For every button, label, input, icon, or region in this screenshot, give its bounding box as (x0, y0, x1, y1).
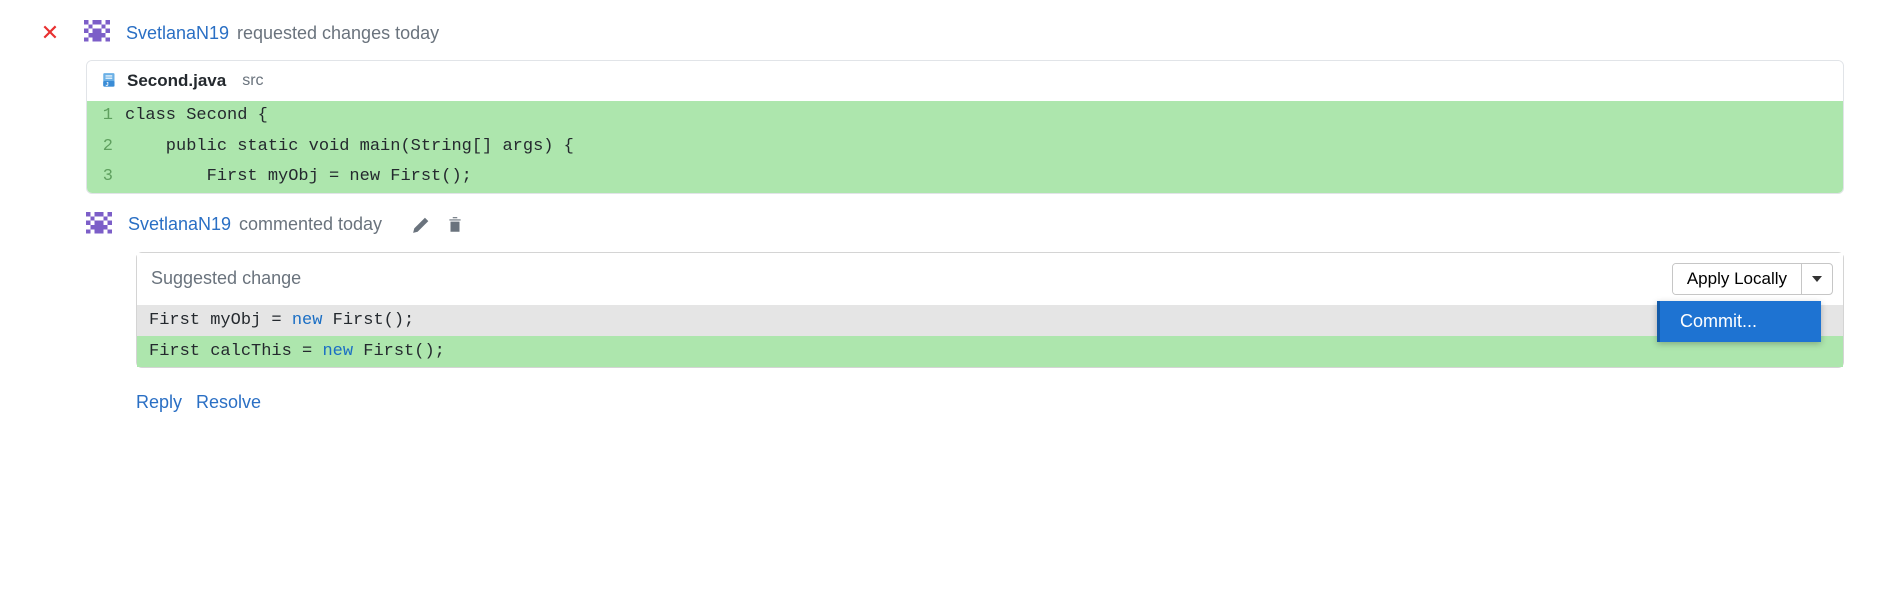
comment-action-text: commented today (239, 214, 382, 234)
file-name[interactable]: Second.java (127, 71, 226, 91)
commit-menu-item[interactable]: Commit... (1657, 301, 1821, 342)
code-content: First myObj = new First(); (125, 162, 472, 193)
file-diff-card: J Second.java src 1 class Second { 2 pub… (86, 60, 1844, 194)
line-number: 1 (87, 101, 125, 132)
reviewer-username[interactable]: SvetlanaN19 (126, 23, 229, 43)
avatar (84, 20, 110, 46)
avatar (86, 212, 112, 238)
chevron-down-icon (1812, 276, 1822, 282)
file-path: src (242, 72, 263, 90)
java-file-icon: J (101, 72, 119, 90)
review-action-text: requested changes today (237, 23, 439, 43)
delete-icon[interactable] (446, 216, 464, 234)
suggestion-label: Suggested change (151, 268, 301, 289)
svg-text:J: J (106, 82, 109, 88)
commenter-username[interactable]: SvetlanaN19 (128, 214, 231, 234)
reply-link[interactable]: Reply (136, 392, 182, 413)
resolve-link[interactable]: Resolve (196, 392, 261, 413)
code-content: class Second { (125, 101, 268, 132)
code-diff-block: 1 class Second { 2 public static void ma… (87, 101, 1843, 193)
diff-removed-line: First myObj = new First(); (137, 305, 1843, 336)
apply-locally-button[interactable]: Apply Locally (1673, 264, 1801, 294)
changes-requested-icon: ✕ (40, 22, 60, 44)
line-number: 2 (87, 132, 125, 163)
apply-button-group: Apply Locally (1672, 263, 1833, 295)
diff-added-line: First calcThis = new First(); (137, 336, 1843, 367)
apply-dropdown-toggle[interactable] (1801, 264, 1832, 294)
code-content: public static void main(String[] args) { (125, 132, 574, 163)
edit-icon[interactable] (412, 216, 430, 234)
suggestion-card: Suggested change Apply Locally First myO… (136, 252, 1844, 368)
line-number: 3 (87, 162, 125, 193)
